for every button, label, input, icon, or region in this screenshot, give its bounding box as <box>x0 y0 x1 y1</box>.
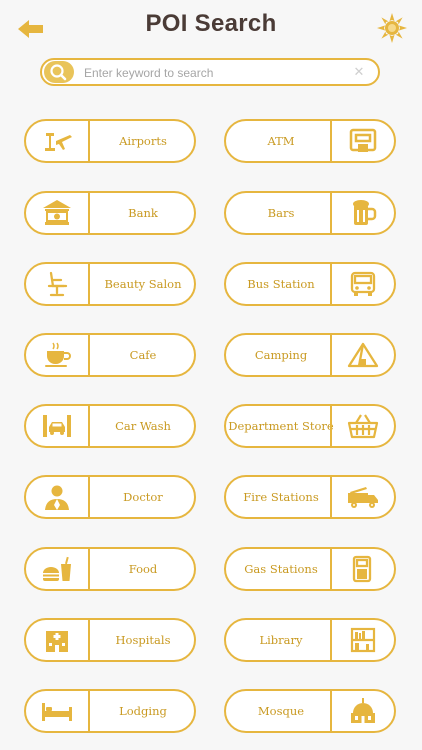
category-label: Cafe <box>129 347 157 362</box>
category-label: ATM <box>267 133 295 148</box>
category-label: Car Wash <box>115 418 171 433</box>
category-atm[interactable]: ATM <box>224 119 396 163</box>
beer-icon <box>330 193 394 233</box>
category-label: Bank <box>128 205 158 220</box>
category-bank[interactable]: Bank <box>24 191 196 235</box>
doctor-icon <box>26 477 90 517</box>
category-camping[interactable]: Camping <box>224 333 396 377</box>
airport-icon <box>26 121 90 161</box>
category-fire-stations[interactable]: Fire Stations <box>224 475 396 519</box>
category-label: Hospitals <box>115 632 171 647</box>
category-label: Gas Stations <box>244 561 318 576</box>
gas-pump-icon <box>330 549 394 589</box>
bus-icon <box>330 264 394 304</box>
bed-icon <box>26 691 90 731</box>
bookshelf-icon <box>330 620 394 660</box>
tent-icon <box>330 335 394 375</box>
car-wash-icon <box>26 406 90 446</box>
category-airports[interactable]: Airports <box>24 119 196 163</box>
category-label: Food <box>128 561 158 576</box>
basket-icon <box>330 406 394 446</box>
category-food[interactable]: Food <box>24 547 196 591</box>
category-label: Bus Station <box>247 276 315 291</box>
category-label: Department Store <box>228 418 334 433</box>
burger-drink-icon <box>26 549 90 589</box>
category-label: Lodging <box>119 703 167 718</box>
category-label: Mosque <box>257 703 305 718</box>
category-label: Beauty Salon <box>104 276 182 291</box>
category-bus-station[interactable]: Bus Station <box>224 262 396 306</box>
fire-truck-icon <box>330 477 394 517</box>
hospital-icon <box>26 620 90 660</box>
category-cafe[interactable]: Cafe <box>24 333 196 377</box>
category-library[interactable]: Library <box>224 618 396 662</box>
category-label: Fire Stations <box>243 489 319 504</box>
salon-chair-icon <box>26 264 90 304</box>
bank-icon <box>26 193 90 233</box>
category-label: Camping <box>254 347 308 362</box>
category-gas-stations[interactable]: Gas Stations <box>224 547 396 591</box>
category-beauty-salon[interactable]: Beauty Salon <box>24 262 196 306</box>
poi-category-grid: Airports ATM Bank Bars Beauty Salon Bus … <box>0 0 422 750</box>
category-department-store[interactable]: Department Store <box>224 404 396 448</box>
category-label: Bars <box>267 205 295 220</box>
atm-icon <box>330 121 394 161</box>
category-label: Airports <box>119 133 167 148</box>
category-doctor[interactable]: Doctor <box>24 475 196 519</box>
category-label: Library <box>259 632 303 647</box>
category-mosque[interactable]: Mosque <box>224 689 396 733</box>
category-lodging[interactable]: Lodging <box>24 689 196 733</box>
mosque-icon <box>330 691 394 731</box>
category-bars[interactable]: Bars <box>224 191 396 235</box>
coffee-cup-icon <box>26 335 90 375</box>
category-car-wash[interactable]: Car Wash <box>24 404 196 448</box>
category-hospitals[interactable]: Hospitals <box>24 618 196 662</box>
category-label: Doctor <box>123 489 163 504</box>
